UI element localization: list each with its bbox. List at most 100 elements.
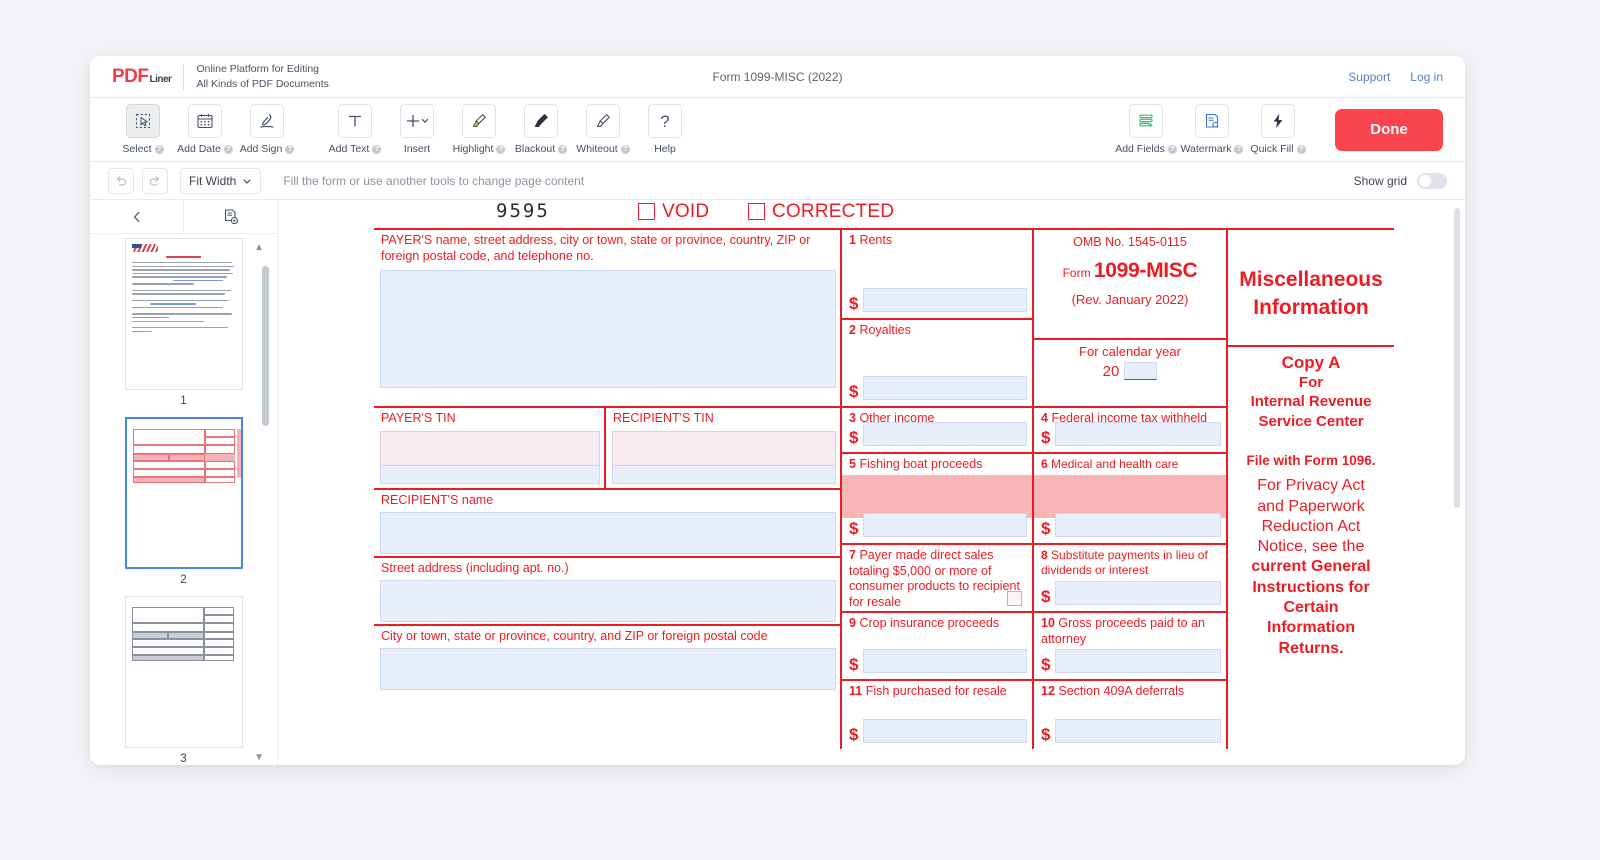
box-7-label: Payer made direct sales totaling $5,000 …: [849, 548, 1020, 609]
scroll-down-arrow-icon[interactable]: ▼: [254, 752, 264, 763]
recipient-name-cell: RECIPIENT'S name: [374, 490, 840, 558]
copy-a-label: Copy A: [1281, 352, 1341, 372]
pdf-page[interactable]: 9595 VOID CORRECTED PAYER'S name, street…: [374, 200, 1394, 749]
calendar-year-block: For calendar year 20: [1034, 340, 1226, 408]
recipient-tin-input-2[interactable]: [612, 465, 836, 484]
tool-watermark[interactable]: Watermark?: [1181, 104, 1244, 155]
sidebar-scrollbar[interactable]: ▲ ▼: [254, 242, 269, 763]
box-7-checkbox[interactable]: [1007, 591, 1022, 606]
help-badge-icon[interactable]: ?: [620, 144, 630, 154]
page-thumbnail[interactable]: [124, 596, 243, 748]
street-address-input[interactable]: [380, 579, 836, 622]
dollar-sign: $: [849, 382, 859, 401]
help-badge-icon[interactable]: ?: [285, 144, 295, 154]
tool-add-text[interactable]: Add Text?: [324, 104, 386, 155]
tool-insert[interactable]: Insert: [386, 104, 448, 155]
box-5-fishing-boat: 5 Fishing boat proceeds $: [842, 454, 1032, 545]
help-badge-icon[interactable]: ?: [1167, 144, 1177, 154]
zoom-level-select[interactable]: Fit Width: [180, 167, 262, 194]
help-badge-icon[interactable]: ?: [372, 144, 382, 154]
payer-tin-input[interactable]: [380, 430, 600, 466]
undo-arrow-icon[interactable]: [108, 167, 134, 194]
support-link[interactable]: Support: [1348, 70, 1390, 84]
show-grid-toggle[interactable]: [1417, 172, 1447, 189]
box-11-input[interactable]: [863, 719, 1027, 743]
box-8-input[interactable]: [1055, 581, 1221, 605]
tool-help-label: Help: [654, 143, 676, 155]
help-badge-icon[interactable]: ?: [558, 144, 568, 154]
box-3-other-income: 3 Other income $: [842, 408, 1032, 454]
box-9-input[interactable]: [863, 649, 1027, 673]
show-grid-control: Show grid: [1354, 172, 1447, 189]
sidebar-scrollbar-thumb[interactable]: [262, 266, 269, 426]
tool-blackout[interactable]: Blackout?: [510, 104, 572, 155]
thumbnail-item[interactable]: 2: [104, 417, 264, 586]
calendar-year-input[interactable]: [1124, 362, 1158, 380]
help-badge-icon[interactable]: ?: [223, 144, 233, 154]
tool-highlight[interactable]: Highlight?: [448, 104, 510, 155]
done-button[interactable]: Done: [1335, 108, 1443, 151]
viewer-scrollbar[interactable]: [1454, 208, 1460, 757]
help-badge-icon[interactable]: ?: [1296, 144, 1306, 154]
privacy-line-2: and Paperwork: [1257, 497, 1365, 515]
void-checkbox-group[interactable]: VOID: [638, 201, 709, 223]
misc-information-title: Miscellaneous Information: [1228, 230, 1394, 323]
help-badge-icon[interactable]: ?: [1234, 144, 1244, 154]
payer-tin-input-2[interactable]: [380, 465, 600, 484]
chevron-down-icon: [243, 178, 251, 184]
chevron-left-icon[interactable]: [90, 200, 184, 233]
page-settings-icon[interactable]: [184, 200, 277, 233]
box-5-input[interactable]: [863, 513, 1027, 537]
city-state-zip-input[interactable]: [380, 647, 836, 690]
tool-select[interactable]: Select?: [112, 104, 174, 155]
tool-whiteout[interactable]: Whiteout?: [572, 104, 634, 155]
box-1-number: 1: [849, 233, 856, 247]
dollar-sign: $: [1041, 587, 1051, 606]
misc-title-line-2: Information: [1253, 296, 1369, 320]
corrected-checkbox[interactable]: [748, 203, 765, 220]
box-5-highlight: [842, 475, 1032, 518]
redo-arrow-icon[interactable]: [142, 167, 168, 194]
box-1-input[interactable]: [863, 288, 1027, 312]
box-8-label: Substitute payments in lieu of dividends…: [1041, 548, 1208, 577]
box-12-input[interactable]: [1055, 719, 1221, 743]
thumb-form-grid: [130, 601, 238, 667]
thumb-form-grid: [131, 423, 241, 489]
box-6-medical-payments: 6 Medical and health care payments $: [1034, 454, 1226, 545]
help-badge-icon[interactable]: ?: [154, 144, 164, 154]
recipient-name-input[interactable]: [380, 511, 836, 554]
tool-help[interactable]: ? Help: [634, 104, 696, 155]
box-2-input[interactable]: [863, 376, 1027, 400]
box-12-section-409a: 12 Section 409A deferrals $: [1034, 681, 1226, 749]
scroll-up-arrow-icon[interactable]: ▲: [254, 242, 264, 253]
payer-info-input[interactable]: [380, 270, 836, 389]
thumbnail-item[interactable]: 3: [104, 596, 264, 765]
copy-a-block: Copy A For Internal Revenue Service Cent…: [1228, 347, 1394, 659]
page-thumbnails-list[interactable]: 1 2 3 ▲ ▼: [90, 234, 277, 765]
thumbnail-item[interactable]: 1: [104, 238, 264, 407]
file-with-1096-label: File with Form 1096.: [1246, 453, 1376, 469]
recipient-tin-input[interactable]: [612, 430, 836, 466]
document-viewer[interactable]: 9595 VOID CORRECTED PAYER'S name, street…: [278, 200, 1465, 765]
void-checkbox[interactable]: [638, 203, 655, 220]
page-thumbnail[interactable]: [124, 238, 243, 390]
help-badge-icon[interactable]: ?: [496, 144, 506, 154]
box-1-label: Rents: [859, 233, 893, 247]
tool-select-label: Select: [122, 143, 152, 155]
thumbnail-preview: [127, 419, 241, 567]
box-10-input[interactable]: [1055, 649, 1221, 673]
box-3-input[interactable]: [863, 422, 1027, 446]
tool-add-fields[interactable]: Add Fields?: [1115, 104, 1177, 155]
tool-add-sign[interactable]: Add Sign?: [236, 104, 298, 155]
tool-quick-fill[interactable]: Quick Fill?: [1247, 104, 1309, 155]
dollar-sign: $: [849, 519, 859, 538]
tagline: Online Platform for Editing All Kinds of…: [196, 62, 328, 90]
login-link[interactable]: Log in: [1410, 70, 1443, 84]
pdfliner-logo: PDF Liner: [112, 67, 172, 86]
viewer-scrollbar-thumb[interactable]: [1454, 208, 1460, 508]
box-6-input[interactable]: [1055, 513, 1221, 537]
tool-add-date[interactable]: Add Date?: [174, 104, 236, 155]
page-thumbnail-selected[interactable]: [124, 417, 243, 569]
box-4-input[interactable]: [1055, 422, 1221, 446]
corrected-checkbox-group[interactable]: CORRECTED: [748, 201, 894, 223]
